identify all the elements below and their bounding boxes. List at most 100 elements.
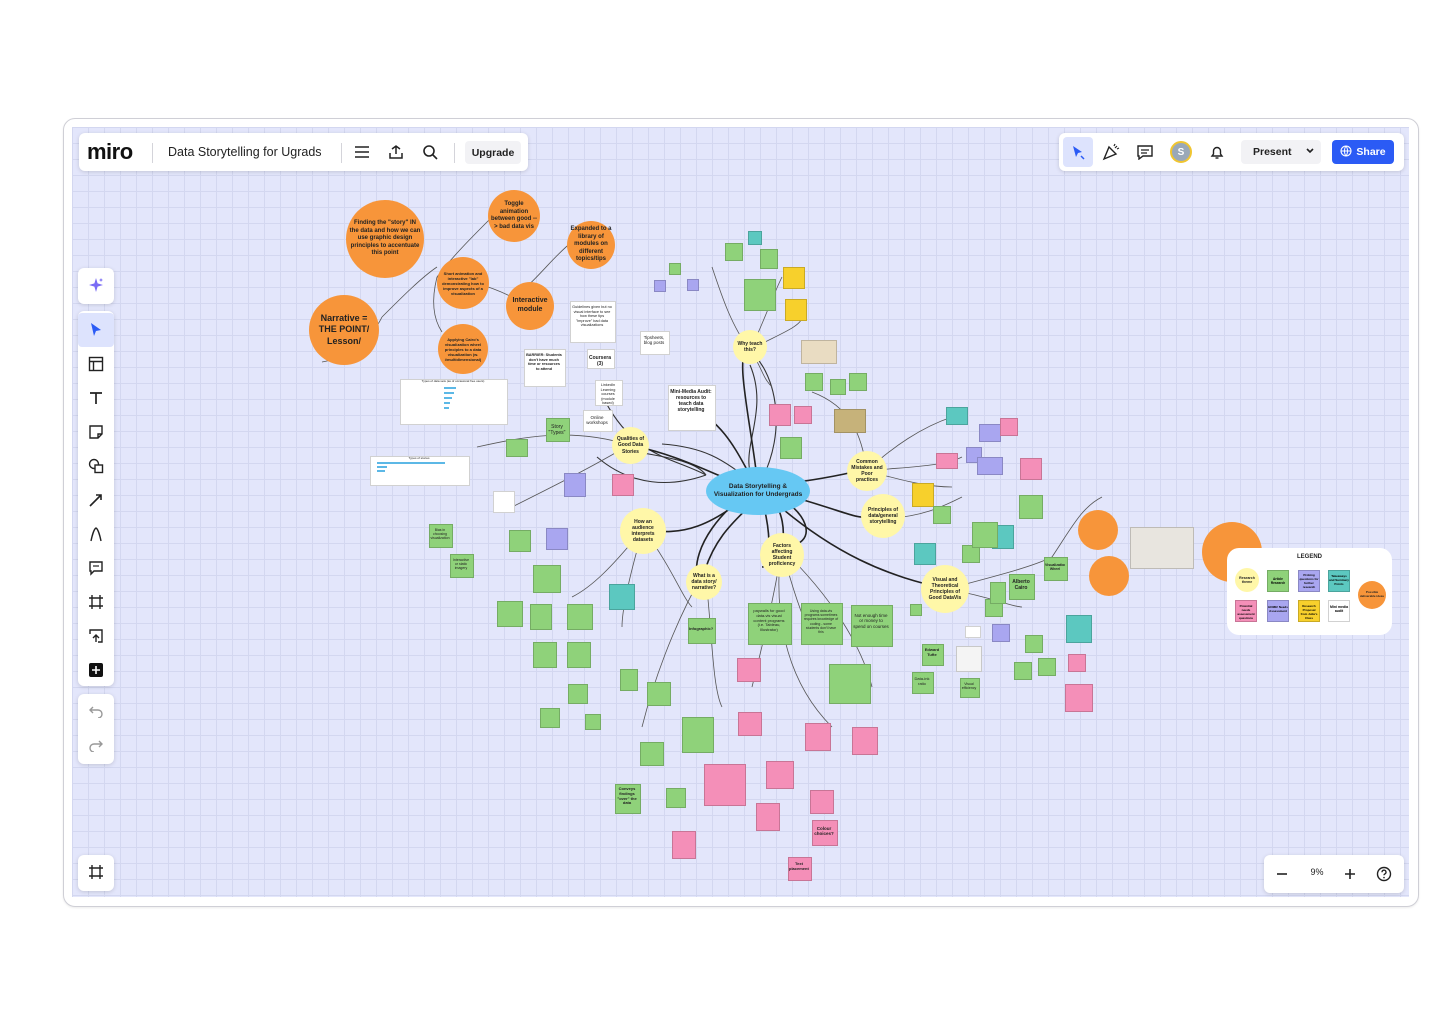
sticky-note[interactable]: [546, 528, 568, 550]
text-icon[interactable]: [78, 381, 114, 415]
image-thumbnail[interactable]: [834, 409, 866, 433]
narrative-node[interactable]: Narrative = THE POINT/ Lesson/: [309, 295, 379, 365]
sticky-note[interactable]: [849, 373, 867, 391]
theme-factors[interactable]: Factors affecting Student proficiency: [760, 533, 804, 577]
sticky-note[interactable]: [1014, 662, 1032, 680]
sticky-note-icon[interactable]: [78, 415, 114, 449]
sticky-note[interactable]: [965, 626, 981, 638]
menu-icon[interactable]: [350, 140, 374, 164]
image-thumbnail[interactable]: [801, 340, 837, 364]
sticky-note[interactable]: [1068, 654, 1086, 672]
chevron-down-icon[interactable]: [1305, 144, 1315, 161]
toggle-animation-node[interactable]: Toggle animation between good --> bad da…: [488, 190, 540, 242]
undo-icon[interactable]: [78, 694, 114, 728]
templates-icon[interactable]: [78, 347, 114, 381]
sticky-note[interactable]: [933, 506, 951, 524]
sticky-note[interactable]: [612, 474, 634, 496]
sticky-note[interactable]: [1066, 615, 1092, 643]
sticky-note[interactable]: [620, 669, 638, 691]
sticky-note[interactable]: [785, 299, 807, 321]
sticky-note[interactable]: [912, 483, 934, 507]
upload-icon[interactable]: [78, 619, 114, 653]
comment-icon[interactable]: [78, 551, 114, 585]
sticky-note[interactable]: [509, 530, 531, 552]
select-icon[interactable]: [78, 313, 114, 347]
sticky-note[interactable]: [564, 473, 586, 497]
avatar[interactable]: S: [1170, 141, 1192, 163]
orange-node[interactable]: [1078, 510, 1118, 550]
sticky-note[interactable]: [979, 424, 1001, 442]
sticky-note[interactable]: [687, 279, 699, 291]
sticky-note[interactable]: [704, 764, 746, 806]
sticky-note[interactable]: [737, 658, 761, 682]
sticky-note[interactable]: [1000, 418, 1018, 436]
sticky-note[interactable]: [794, 406, 812, 424]
image-thumbnail[interactable]: [956, 646, 982, 672]
help-icon[interactable]: [1372, 862, 1396, 886]
present-button[interactable]: Present: [1241, 140, 1321, 164]
orange-node[interactable]: [1089, 556, 1129, 596]
upgrade-button[interactable]: Upgrade: [465, 141, 521, 164]
redo-icon[interactable]: [78, 728, 114, 762]
sticky-note[interactable]: [936, 453, 958, 469]
notifications-icon[interactable]: [1205, 140, 1229, 164]
sticky-note[interactable]: [977, 457, 1003, 475]
sticky-note[interactable]: [672, 831, 696, 859]
sticky-note[interactable]: [972, 522, 998, 548]
pen-icon[interactable]: [78, 517, 114, 551]
chart-thumbnail-1[interactable]: [400, 379, 508, 425]
wheel-image[interactable]: [1130, 527, 1194, 569]
sticky-note[interactable]: [654, 280, 666, 292]
miro-logo[interactable]: miro: [87, 139, 133, 165]
sticky-note[interactable]: [910, 604, 922, 616]
comments-icon[interactable]: [1133, 140, 1157, 164]
sticky-note[interactable]: [647, 682, 671, 706]
applying-cairo-node[interactable]: Applying Cairo's visualization wheel pri…: [438, 324, 488, 374]
sticky-note[interactable]: [805, 723, 831, 751]
sticky-note[interactable]: [669, 263, 681, 275]
sticky-note[interactable]: [1025, 635, 1043, 653]
frames-icon[interactable]: [78, 855, 114, 889]
sticky-note[interactable]: [609, 584, 635, 610]
theme-common-mistakes[interactable]: Common Mistakes and Poor practices: [847, 451, 887, 491]
sticky-note[interactable]: [666, 788, 686, 808]
sticky-note[interactable]: [640, 742, 664, 766]
sticky-note[interactable]: [780, 437, 802, 459]
sticky-note[interactable]: [829, 664, 871, 704]
sticky-note[interactable]: [914, 543, 936, 565]
sticky-note[interactable]: [530, 604, 552, 630]
sticky-note[interactable]: [567, 642, 591, 668]
sticky-note[interactable]: [805, 373, 823, 391]
zoom-in-icon[interactable]: [1338, 862, 1362, 886]
frame-icon[interactable]: [78, 585, 114, 619]
shapes-icon[interactable]: [78, 449, 114, 483]
sticky-note[interactable]: [769, 404, 791, 426]
sticky-note[interactable]: [682, 717, 714, 753]
frames-panel-button[interactable]: [78, 855, 114, 891]
theme-principles-story[interactable]: Principles of data/general storytelling: [861, 494, 905, 538]
interactive-module-node[interactable]: Interactive module: [506, 282, 554, 330]
board-title[interactable]: Data Storytelling for Ugrads: [168, 145, 322, 159]
search-icon[interactable]: [418, 140, 442, 164]
theme-data-story[interactable]: What is a data story/ narrative?: [686, 564, 722, 600]
legend-panel[interactable]: LEGEND Research theme Article Research P…: [1227, 548, 1392, 635]
sticky-note[interactable]: [493, 491, 515, 513]
short-animation-node[interactable]: Short animation and interactive "lab" de…: [437, 257, 489, 309]
sticky-note[interactable]: [1065, 684, 1093, 712]
sticky-note[interactable]: [748, 231, 762, 245]
sticky-note[interactable]: [1020, 458, 1042, 480]
sparkle-icon[interactable]: [78, 268, 114, 302]
sticky-note[interactable]: [760, 249, 778, 269]
export-icon[interactable]: [384, 140, 408, 164]
zoom-out-icon[interactable]: [1270, 862, 1294, 886]
theme-visual-principles[interactable]: Visual and Theoretical Principles of Goo…: [921, 565, 969, 613]
sticky-note[interactable]: [568, 684, 588, 704]
board-canvas[interactable]: Narrative = THE POINT/ Lesson/ Finding t…: [72, 127, 1409, 897]
sticky-note[interactable]: [533, 565, 561, 593]
theme-why-teach[interactable]: Why teach this?: [733, 330, 767, 364]
finding-story-node[interactable]: Finding the "story" IN the data and how …: [346, 200, 424, 278]
zoom-level[interactable]: 9%: [1304, 867, 1330, 877]
sticky-note[interactable]: [744, 279, 776, 311]
add-icon[interactable]: [78, 653, 114, 687]
sticky-note[interactable]: [852, 727, 878, 755]
